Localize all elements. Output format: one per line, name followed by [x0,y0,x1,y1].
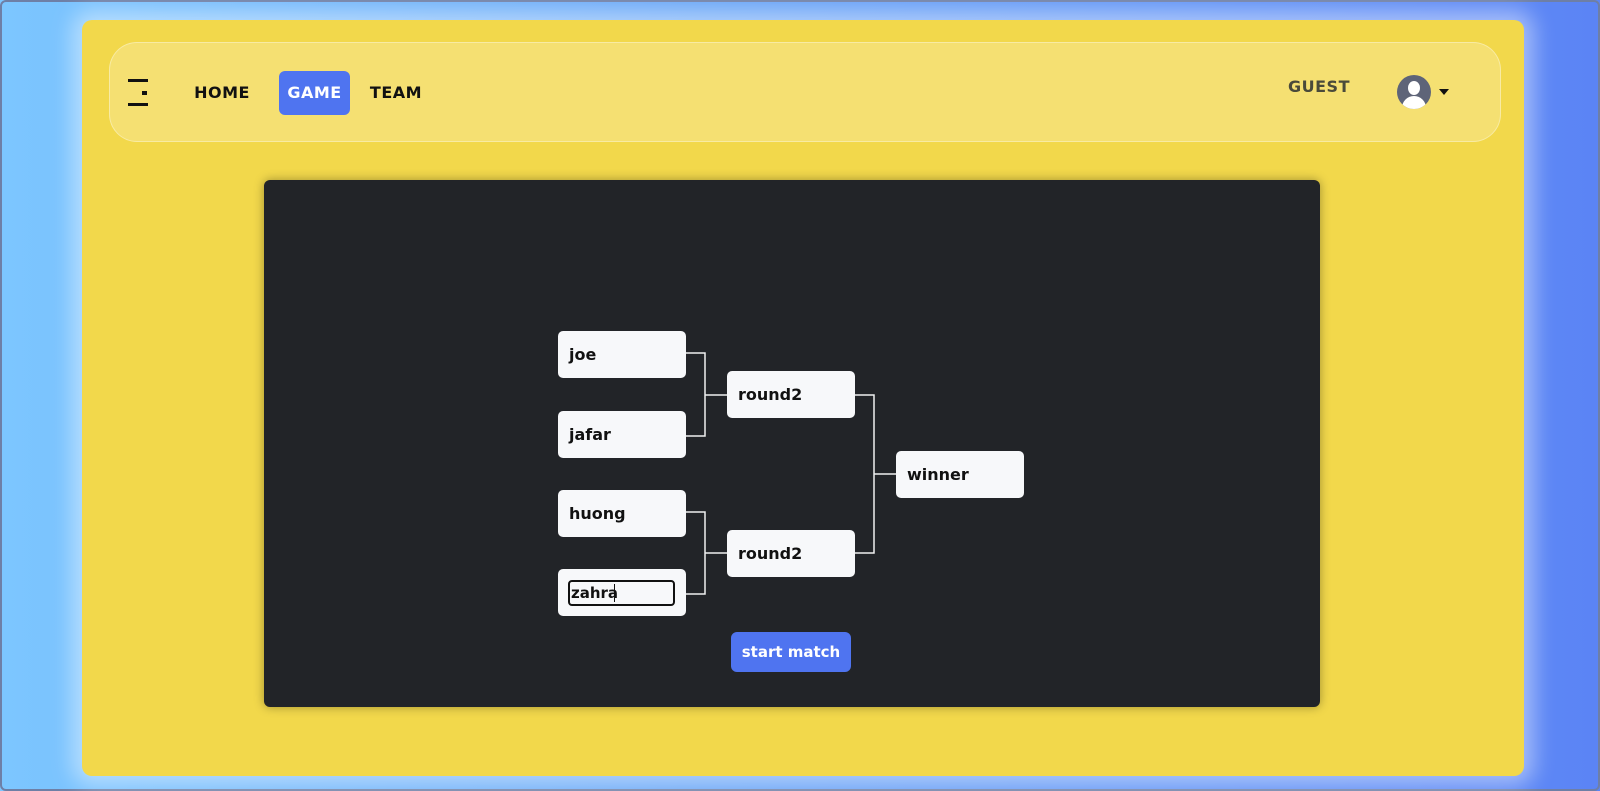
start-match-button[interactable]: start match [731,632,851,672]
player-slot-editing: zahra [558,569,686,616]
text-cursor [614,584,615,602]
player-slot[interactable]: huong [558,490,686,537]
tournament-board: joe jafar huong zahra round2 round2 winn… [264,180,1320,707]
nav-game-link[interactable]: GAME [279,71,350,115]
username-label: GUEST [1288,77,1350,96]
navbar: HOME GAME TEAM GUEST [109,42,1501,142]
nav-team-link[interactable]: TEAM [366,71,426,115]
logo-icon[interactable] [128,79,150,107]
player-name-input[interactable]: zahra [568,580,675,606]
chevron-down-icon[interactable] [1439,89,1449,95]
player-slot[interactable]: jafar [558,411,686,458]
winner-slot: winner [896,451,1024,498]
bracket-connectors [686,352,896,595]
player-name-input-value: zahra [571,584,619,602]
round2-slot: round2 [727,530,855,577]
round2-slot: round2 [727,371,855,418]
main-panel: HOME GAME TEAM GUEST joe jafar huong zah… [82,20,1524,776]
avatar-icon[interactable] [1397,75,1431,109]
player-slot[interactable]: joe [558,331,686,378]
nav-home-link[interactable]: HOME [192,71,252,115]
